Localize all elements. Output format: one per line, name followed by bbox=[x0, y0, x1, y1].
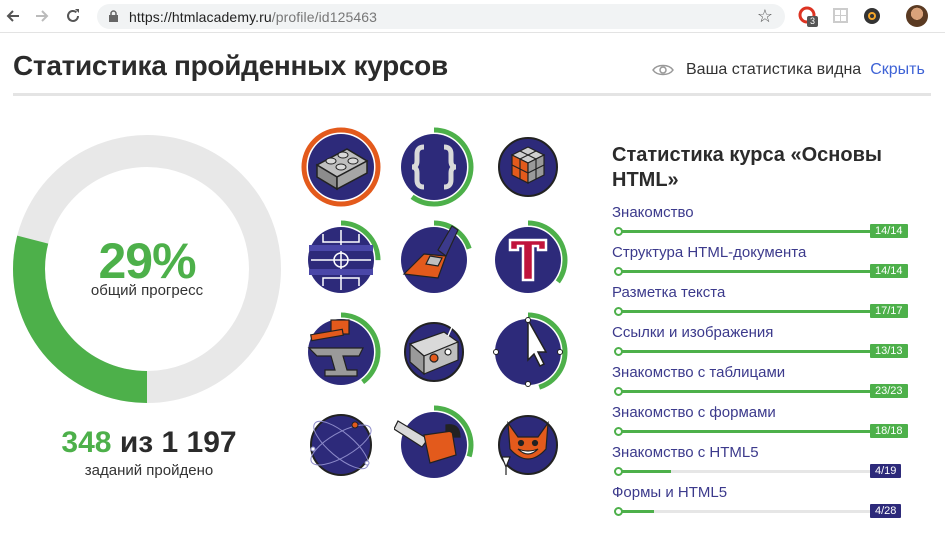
lock-icon bbox=[109, 10, 118, 22]
overall-percent-caption: общий прогресс bbox=[90, 282, 204, 299]
eye-icon bbox=[652, 64, 674, 76]
chapter-progress-track bbox=[618, 350, 872, 353]
chapter-count-badge: 17/17 bbox=[870, 304, 908, 318]
chapter-row[interactable]: Знакомство с таблицами 23/23 bbox=[612, 364, 912, 404]
chapter-progress-track bbox=[618, 430, 872, 433]
chapter-progress-track bbox=[618, 310, 872, 313]
chapter-count-badge: 4/19 bbox=[870, 464, 902, 478]
course-badge-typography[interactable] bbox=[488, 220, 568, 300]
chapter-name[interactable]: Знакомство с HTML5 bbox=[612, 444, 759, 461]
profile-avatar[interactable] bbox=[906, 5, 928, 27]
chapter-row[interactable]: Формы и HTML5 4/28 bbox=[612, 484, 912, 524]
extension-color-icon[interactable] bbox=[862, 6, 882, 26]
course-badge-cursor[interactable] bbox=[488, 312, 568, 392]
chapter-row[interactable]: Знакомство с формами 18/18 bbox=[612, 404, 912, 444]
extension-grid-icon[interactable] bbox=[831, 6, 851, 26]
reload-button[interactable] bbox=[62, 5, 84, 27]
course-badge-chainsaw[interactable] bbox=[394, 405, 474, 485]
arrow-left-icon bbox=[6, 10, 19, 22]
chapter-progress-dot bbox=[614, 387, 623, 396]
chapter-name[interactable]: Разметка текста bbox=[612, 284, 725, 301]
chapter-count-badge: 14/14 bbox=[870, 224, 908, 238]
chapter-progress-track bbox=[618, 390, 872, 393]
chapter-progress-dot bbox=[614, 427, 623, 436]
chapter-progress-fill bbox=[618, 430, 872, 433]
chapter-progress-fill bbox=[618, 390, 872, 393]
url-text: https://htmlacademy.ru/profile/id125463 bbox=[129, 9, 377, 25]
chapter-progress-track bbox=[618, 510, 872, 513]
tasks-of: из bbox=[119, 426, 154, 459]
address-bar[interactable]: https://htmlacademy.ru/profile/id125463 … bbox=[97, 4, 785, 29]
chapter-name[interactable]: Знакомство bbox=[612, 204, 694, 221]
course-badge-lego[interactable] bbox=[301, 127, 381, 207]
course-stats-title: Статистика курса «Основы HTML» bbox=[612, 144, 882, 191]
tasks-caption: заданий пройдено bbox=[84, 462, 214, 479]
chapter-name[interactable]: Ссылки и изображения bbox=[612, 324, 773, 341]
hide-stats-link[interactable]: Скрыть bbox=[870, 61, 925, 79]
url-path: /profile/id125463 bbox=[271, 9, 378, 25]
page-title: Статистика пройденных курсов bbox=[13, 50, 448, 81]
course-badge-brush[interactable] bbox=[394, 220, 474, 300]
chapter-progress-fill bbox=[618, 510, 654, 513]
chapter-progress-track bbox=[618, 470, 872, 473]
chapter-progress-dot bbox=[614, 307, 623, 316]
chapter-progress-fill bbox=[618, 270, 872, 273]
chapter-row[interactable]: Ссылки и изображения 13/13 bbox=[612, 324, 912, 364]
bookmark-star-icon[interactable]: ☆ bbox=[757, 7, 773, 25]
chapter-name[interactable]: Формы и HTML5 bbox=[612, 484, 727, 501]
course-badge-orbit[interactable] bbox=[301, 405, 381, 485]
chapter-count-badge: 4/28 bbox=[870, 504, 902, 518]
course-badge-code[interactable] bbox=[394, 127, 474, 207]
visibility-text: Ваша статистика видна bbox=[686, 61, 862, 78]
chapter-progress-dot bbox=[614, 227, 623, 236]
back-button[interactable] bbox=[2, 5, 24, 27]
chapter-progress-track bbox=[618, 270, 872, 273]
arrow-right-icon bbox=[36, 10, 49, 22]
chapter-count-badge: 14/14 bbox=[870, 264, 908, 278]
chapter-row[interactable]: Разметка текста 17/17 bbox=[612, 284, 912, 324]
extension-badge: 3 bbox=[807, 16, 819, 27]
chapter-count-badge: 23/23 bbox=[870, 384, 908, 398]
forward-button[interactable] bbox=[31, 5, 53, 27]
chapter-progress-fill bbox=[618, 470, 672, 473]
chapter-count-badge: 13/13 bbox=[870, 344, 908, 358]
reload-icon bbox=[67, 9, 79, 22]
tasks-done: 348 bbox=[61, 426, 112, 459]
chapter-name[interactable]: Знакомство с таблицами bbox=[612, 364, 785, 381]
chapter-count-badge: 18/18 bbox=[870, 424, 908, 438]
visibility-status: Ваша статистика видна Скрыть bbox=[652, 61, 925, 79]
chapter-progress-dot bbox=[614, 507, 623, 516]
header-divider bbox=[13, 93, 931, 96]
chapter-row[interactable]: Знакомство 14/14 bbox=[612, 204, 912, 244]
chapter-name[interactable]: Структура HTML-документа bbox=[612, 244, 806, 261]
cube-icon bbox=[510, 146, 546, 184]
course-badge-fox[interactable] bbox=[488, 405, 568, 485]
course-badge-field[interactable] bbox=[301, 220, 381, 300]
course-badge-cube[interactable] bbox=[488, 127, 568, 207]
chapter-progress-dot bbox=[614, 467, 623, 476]
chapter-progress-dot bbox=[614, 267, 623, 276]
course-badge-anvil[interactable] bbox=[301, 312, 381, 392]
chapter-progress-track bbox=[618, 230, 872, 233]
chapter-row[interactable]: Структура HTML-документа 14/14 bbox=[612, 244, 912, 284]
chapter-name[interactable]: Знакомство с формами bbox=[612, 404, 776, 421]
tasks-total: 1 197 bbox=[161, 426, 237, 459]
chapter-progress-fill bbox=[618, 310, 872, 313]
url-host: https://htmlacademy.ru bbox=[129, 9, 272, 25]
tasks-count: 348 из 1 197 bbox=[13, 426, 285, 460]
chapter-progress-fill bbox=[618, 350, 872, 353]
course-badge-controls[interactable] bbox=[394, 312, 474, 392]
browser-toolbar: https://htmlacademy.ru/profile/id125463 … bbox=[0, 0, 945, 33]
chapter-row[interactable]: Знакомство с HTML5 4/19 bbox=[612, 444, 912, 484]
chapter-progress-dot bbox=[614, 347, 623, 356]
chapter-progress-fill bbox=[618, 230, 872, 233]
